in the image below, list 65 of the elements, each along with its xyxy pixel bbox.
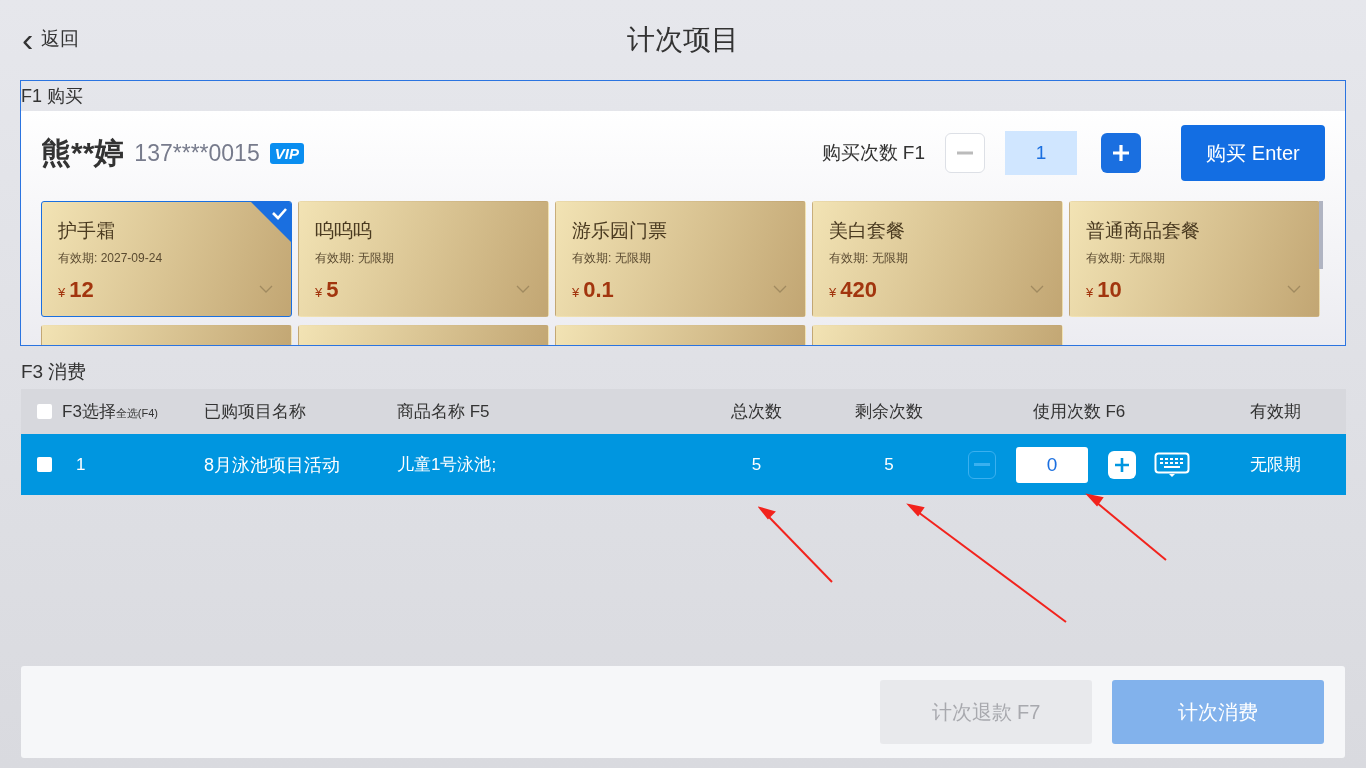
currency-symbol: ¥: [58, 285, 66, 300]
card-price: 420: [840, 277, 877, 303]
package-card[interactable]: 普通商品套餐 有效期: 无限期 ¥ 10: [1069, 201, 1320, 317]
buy-button[interactable]: 购买 Enter: [1181, 125, 1325, 181]
chevron-down-icon: [516, 285, 530, 293]
back-button[interactable]: ‹ 返回: [22, 26, 80, 52]
card-title: 游乐园门票: [572, 219, 667, 243]
section-label: F1 购买: [21, 85, 83, 108]
plus-icon: [1112, 144, 1130, 162]
card-title: 美白套餐: [829, 219, 905, 243]
row-checkbox[interactable]: [37, 457, 52, 472]
package-card[interactable]: 呜呜呜 有效期: 无限期 ¥ 5: [298, 201, 549, 317]
column-header: 商品名称 F5: [397, 402, 490, 421]
minus-icon: [974, 463, 990, 466]
chevron-down-icon: [1030, 285, 1044, 293]
card-price: 5: [326, 277, 339, 303]
card-price: 12: [69, 277, 94, 303]
column-header: 已购项目名称: [204, 402, 306, 421]
table-cell: 5: [751, 454, 762, 475]
card-price: 0.1: [583, 277, 614, 303]
package-card[interactable]: 游乐园门票 有效期: 无限期 ¥ 0.1: [555, 201, 806, 317]
card-validity: 有效期: 无限期: [829, 250, 908, 267]
card-validity: 有效期: 2027-09-24: [58, 250, 163, 267]
card-price: 10: [1097, 277, 1122, 303]
column-header: 有效期: [1249, 401, 1301, 423]
column-header: F3选择全选(F4): [62, 401, 158, 423]
plus-icon: [1114, 456, 1130, 473]
section-label: F3 消费: [21, 360, 87, 384]
keyboard-icon[interactable]: [1154, 451, 1190, 478]
select-all-checkbox[interactable]: [37, 404, 52, 419]
table-cell: 1: [76, 454, 86, 475]
use-count-field[interactable]: 0: [1016, 446, 1088, 483]
table-cell: 儿童1号泳池;: [397, 455, 497, 474]
table-cell: 5: [884, 454, 894, 475]
vip-badge: VIP: [269, 142, 304, 164]
chevron-down-icon: [259, 285, 273, 293]
column-header: 使用次数 F6: [1032, 401, 1126, 423]
card-title: 普通商品套餐: [1086, 219, 1200, 243]
card-validity: 有效期: 无限期: [1086, 250, 1165, 267]
table-row[interactable]: 1 8月泳池项目活动 儿童1号泳池; 5 5 0 无限期: [21, 434, 1346, 495]
check-icon: [251, 202, 291, 242]
minus-icon: [957, 151, 973, 155]
table-cell-text: 无限期: [1249, 454, 1301, 476]
page-title: 计次项目: [627, 23, 739, 57]
currency-symbol: ¥: [315, 285, 323, 300]
package-card[interactable]: 护手霜 有效期: 2027-09-24 ¥ 12: [41, 201, 292, 317]
card-validity: 有效期: 无限期: [572, 250, 651, 267]
quantity-field[interactable]: 1: [1005, 131, 1077, 175]
card-title: 呜呜呜: [315, 219, 372, 243]
currency-symbol: ¥: [1086, 285, 1094, 300]
currency-symbol: ¥: [829, 285, 837, 300]
package-card[interactable]: 美白套餐 有效期: 无限期 ¥ 420: [812, 201, 1063, 317]
plus-button[interactable]: [1101, 133, 1141, 173]
chevron-down-icon: [773, 285, 787, 293]
column-header: 总次数: [731, 401, 782, 423]
card-validity: 有效期: 无限期: [315, 250, 394, 267]
table-cell: 8月泳池项目活动: [204, 454, 340, 475]
card-title: 护手霜: [58, 219, 115, 243]
chevron-down-icon: [1287, 285, 1301, 293]
quantity-label: 购买次数 F1: [821, 141, 925, 165]
customer-phone: 137****0015: [134, 139, 260, 167]
plus-button[interactable]: [1108, 450, 1136, 479]
customer-name: 熊**婷: [41, 134, 125, 171]
column-header: 剩余次数: [855, 401, 923, 423]
currency-symbol: ¥: [572, 285, 580, 300]
